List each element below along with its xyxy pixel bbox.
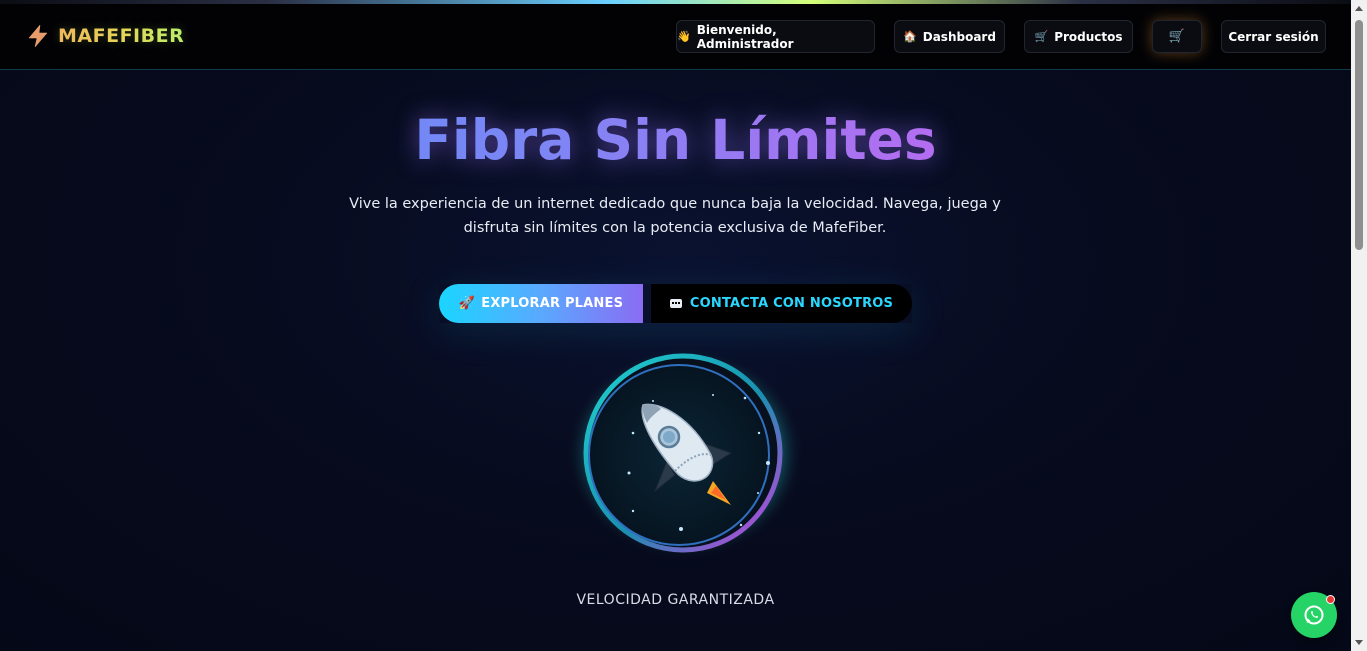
logout-label: Cerrar sesión: [1228, 29, 1319, 44]
cart-button[interactable]: 🛒: [1152, 20, 1202, 53]
hero-title: Fibra Sin Límites: [0, 108, 1351, 172]
brand-logo[interactable]: MAFEFIBER: [26, 24, 184, 48]
welcome-button[interactable]: 👋 Bienvenido, Administrador: [676, 20, 875, 53]
products-label: Productos: [1054, 29, 1123, 44]
rocket-icon: 🚀: [458, 296, 476, 311]
notification-badge: [1326, 595, 1335, 604]
dashboard-button[interactable]: 🏠 Dashboard: [894, 20, 1005, 53]
logout-button[interactable]: Cerrar sesión: [1221, 20, 1326, 53]
welcome-label: Bienvenido, Administrador: [696, 22, 794, 51]
contact-us-button[interactable]: CONTACTA CON NOSOTROS: [651, 284, 912, 323]
contact-us-label: CONTACTA CON NOSOTROS: [689, 296, 894, 311]
waving-hand-icon: 👋: [677, 30, 691, 43]
whatsapp-icon: [1304, 605, 1324, 625]
rocket-caption: VELOCIDAD GARANTIZADA: [576, 592, 775, 608]
explore-plans-button[interactable]: 🚀 EXPLORAR PLANES: [439, 284, 643, 323]
home-icon: 🏠: [903, 30, 917, 43]
shopping-cart-icon: 🛒: [1168, 29, 1186, 44]
whatsapp-button[interactable]: [1291, 592, 1337, 638]
hero-subtitle: Vive la experiencia de un internet dedic…: [349, 196, 1001, 236]
scroll-up-icon[interactable]: [1355, 6, 1363, 11]
top-navbar: MAFEFIBER 👋 Bienvenido, Administrador 🏠 …: [0, 4, 1351, 70]
rocket-illustration: [567, 348, 803, 558]
page-scrollbar[interactable]: [1351, 0, 1367, 651]
dashboard-label: Dashboard: [922, 29, 996, 44]
lightning-bolt-icon: [28, 24, 48, 48]
cart-icon: 🛒: [1034, 30, 1049, 43]
products-button[interactable]: 🛒 Productos: [1024, 20, 1133, 53]
chat-icon: [669, 299, 682, 308]
scroll-down-icon[interactable]: [1355, 640, 1363, 645]
cta-group: 🚀 EXPLORAR PLANES CONTACTA CON NOSOTROS: [439, 284, 912, 323]
explore-plans-label: EXPLORAR PLANES: [481, 296, 624, 311]
scroll-thumb[interactable]: [1355, 20, 1363, 250]
brand-name: MAFEFIBER: [58, 25, 185, 47]
